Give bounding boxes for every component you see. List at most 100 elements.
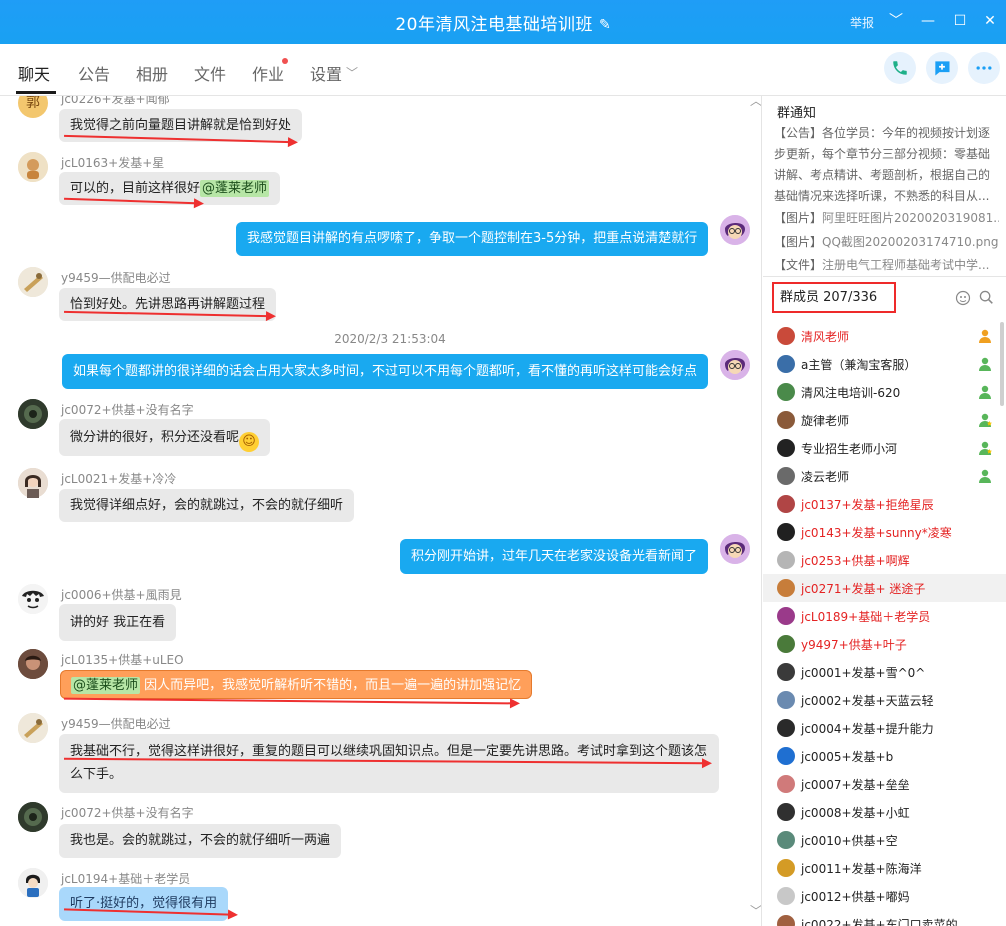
avatar[interactable] bbox=[18, 468, 48, 498]
member-avatar[interactable] bbox=[777, 439, 795, 457]
member-avatar[interactable] bbox=[777, 607, 795, 625]
member-row[interactable]: jc0004+发基+提升能力 bbox=[763, 714, 1006, 742]
chat-message-area[interactable]: ︿ ﹀ 郭 jc0226+发基+闻郁 我觉得之前向量题目讲解就是恰到好处 jcL… bbox=[0, 96, 762, 926]
member-name: jc0022+发基+东门口卖菜的 bbox=[801, 918, 958, 926]
notice-attachment[interactable]: 【文件】注册电气工程师基础考试中学... bbox=[774, 256, 999, 273]
member-row[interactable]: jc0008+发基+小虹 bbox=[763, 798, 1006, 826]
member-row[interactable]: 专业招生老师小河 bbox=[763, 434, 1006, 462]
chevron-down-icon[interactable]: ﹀ bbox=[886, 10, 906, 32]
member-row[interactable]: jcL0189+基础＋老学员 bbox=[763, 602, 1006, 630]
member-row[interactable]: 清风老师 bbox=[763, 322, 1006, 350]
member-avatar[interactable] bbox=[777, 719, 795, 737]
avatar[interactable] bbox=[18, 399, 48, 429]
avatar[interactable] bbox=[18, 649, 48, 679]
tab-homework[interactable]: 作业 bbox=[252, 61, 284, 85]
avatar[interactable] bbox=[18, 868, 48, 898]
mention-tag[interactable]: @蓬莱老师 bbox=[71, 677, 141, 694]
avatar[interactable]: 郭 bbox=[18, 96, 48, 118]
message-text: 我也是。会的就跳过，不会的就仔细听一两遍 bbox=[70, 833, 331, 848]
close-button[interactable]: ✕ bbox=[980, 10, 1000, 32]
member-row[interactable]: jc0253+供基+啊辉 bbox=[763, 546, 1006, 574]
avatar[interactable] bbox=[18, 802, 48, 832]
scroll-up-icon[interactable]: ︿ bbox=[750, 96, 761, 109]
member-name: jc0271+发基+ 迷途子 bbox=[801, 582, 926, 596]
edit-icon[interactable]: ✎ bbox=[599, 17, 611, 33]
minimize-button[interactable]: — bbox=[918, 10, 938, 32]
member-row[interactable]: jc0002+发基+天蓝云轻 bbox=[763, 686, 1006, 714]
member-avatar[interactable] bbox=[777, 803, 795, 821]
avatar[interactable] bbox=[18, 713, 48, 743]
member-row[interactable]: jc0001+发基+雪^0^ bbox=[763, 658, 1006, 686]
attachment-name: QQ截图20200203174710.png bbox=[822, 235, 999, 249]
tab-album[interactable]: 相册 bbox=[136, 61, 168, 85]
phone-button[interactable] bbox=[884, 52, 916, 84]
member-avatar[interactable] bbox=[777, 495, 795, 513]
member-row[interactable]: a主管（兼淘宝客服） bbox=[763, 350, 1006, 378]
member-row[interactable]: 凌云老师 bbox=[763, 462, 1006, 490]
member-avatar[interactable] bbox=[777, 635, 795, 653]
search-icon[interactable] bbox=[979, 290, 994, 309]
member-row[interactable]: jc0022+发基+东门口卖菜的 bbox=[763, 910, 1006, 926]
member-avatar[interactable] bbox=[777, 355, 795, 373]
message-text: 讲的好 我正在看 bbox=[70, 615, 166, 630]
member-avatar[interactable] bbox=[777, 859, 795, 877]
member-avatar[interactable] bbox=[777, 747, 795, 765]
notice-attachment[interactable]: 【图片】QQ截图20200203174710.png bbox=[774, 233, 999, 250]
avatar[interactable] bbox=[18, 584, 48, 614]
member-avatar[interactable] bbox=[777, 327, 795, 345]
tab-announcement[interactable]: 公告 bbox=[78, 61, 110, 85]
self-avatar[interactable] bbox=[720, 534, 750, 564]
invite-member-icon[interactable] bbox=[955, 290, 971, 310]
member-row[interactable]: jc0137+发基+拒绝星辰 bbox=[763, 490, 1006, 518]
add-chat-button[interactable] bbox=[926, 52, 958, 84]
attachment-name: 注册电气工程师基础考试中学... bbox=[822, 258, 990, 272]
member-name: jc0008+发基+小虹 bbox=[801, 806, 910, 820]
member-row[interactable]: y9497+供基+叶子 bbox=[763, 630, 1006, 658]
member-row[interactable]: 旋律老师 bbox=[763, 406, 1006, 434]
scroll-down-icon[interactable]: ﹀ bbox=[750, 902, 761, 919]
member-row[interactable]: jc0271+发基+ 迷途子 bbox=[763, 574, 1006, 602]
member-row[interactable]: jc0010+供基+空 bbox=[763, 826, 1006, 854]
maximize-button[interactable]: ☐ bbox=[950, 10, 970, 32]
self-avatar[interactable] bbox=[720, 350, 750, 380]
member-row[interactable]: jc0007+发基+垒垒 bbox=[763, 770, 1006, 798]
tab-files[interactable]: 文件 bbox=[194, 61, 226, 85]
member-avatar[interactable] bbox=[777, 775, 795, 793]
member-avatar[interactable] bbox=[777, 663, 795, 681]
message-sender: jcL0163+发基+星 bbox=[61, 156, 165, 170]
self-avatar[interactable] bbox=[720, 215, 750, 245]
message-sender: jcL0135+供基+uLEO bbox=[61, 653, 184, 667]
report-button[interactable]: 举报 bbox=[850, 14, 874, 31]
group-notice-body[interactable]: 【公告】各位学员：今年的视频按计划逐步更新，每个章节分三部分视频：零基础讲解、考… bbox=[774, 123, 996, 207]
member-row[interactable]: jc0143+发基+sunny*凌寒 bbox=[763, 518, 1006, 546]
settings-chevron-icon[interactable]: ﹀ bbox=[346, 64, 358, 81]
member-avatar[interactable] bbox=[777, 523, 795, 541]
more-button[interactable] bbox=[968, 52, 1000, 84]
tab-bar: 聊天 公告 相册 文件 作业 设置 ﹀ bbox=[0, 44, 1006, 96]
member-row[interactable]: jc0011+发基+陈海洋 bbox=[763, 854, 1006, 882]
avatar[interactable] bbox=[18, 267, 48, 297]
member-avatar[interactable] bbox=[777, 551, 795, 569]
member-list[interactable]: 清风老师 a主管（兼淘宝客服） 清风注电培训-620 旋律老师 专业招生老师小河 凌云老师… bbox=[763, 322, 1006, 926]
member-avatar[interactable] bbox=[777, 411, 795, 429]
member-avatar[interactable] bbox=[777, 579, 795, 597]
attachment-name: 阿里旺旺图片2020020319081... bbox=[822, 211, 999, 225]
notice-attachment[interactable]: 【图片】阿里旺旺图片2020020319081... bbox=[774, 209, 999, 226]
member-avatar[interactable] bbox=[777, 467, 795, 485]
member-avatar[interactable] bbox=[777, 383, 795, 401]
member-avatar[interactable] bbox=[777, 915, 795, 926]
tab-settings[interactable]: 设置 bbox=[310, 61, 342, 85]
member-avatar[interactable] bbox=[777, 887, 795, 905]
message-bubble-mine: 我感觉题目讲解的有点啰嗦了，争取一个题控制在3-5分钟，把重点说清楚就行 bbox=[236, 222, 709, 256]
tab-chat[interactable]: 聊天 bbox=[18, 61, 50, 85]
member-list-scrollbar[interactable] bbox=[1000, 322, 1004, 406]
member-name: a主管（兼淘宝客服） bbox=[801, 358, 917, 372]
avatar[interactable] bbox=[18, 152, 48, 182]
member-row[interactable]: jc0012+供基+嘟妈 bbox=[763, 882, 1006, 910]
mention-tag[interactable]: @蓬莱老师 bbox=[200, 180, 270, 197]
grin-emoji-icon: ☺ bbox=[239, 432, 260, 452]
member-row[interactable]: 清风注电培训-620 bbox=[763, 378, 1006, 406]
member-avatar[interactable] bbox=[777, 691, 795, 709]
member-avatar[interactable] bbox=[777, 831, 795, 849]
member-row[interactable]: jc0005+发基+b bbox=[763, 742, 1006, 770]
